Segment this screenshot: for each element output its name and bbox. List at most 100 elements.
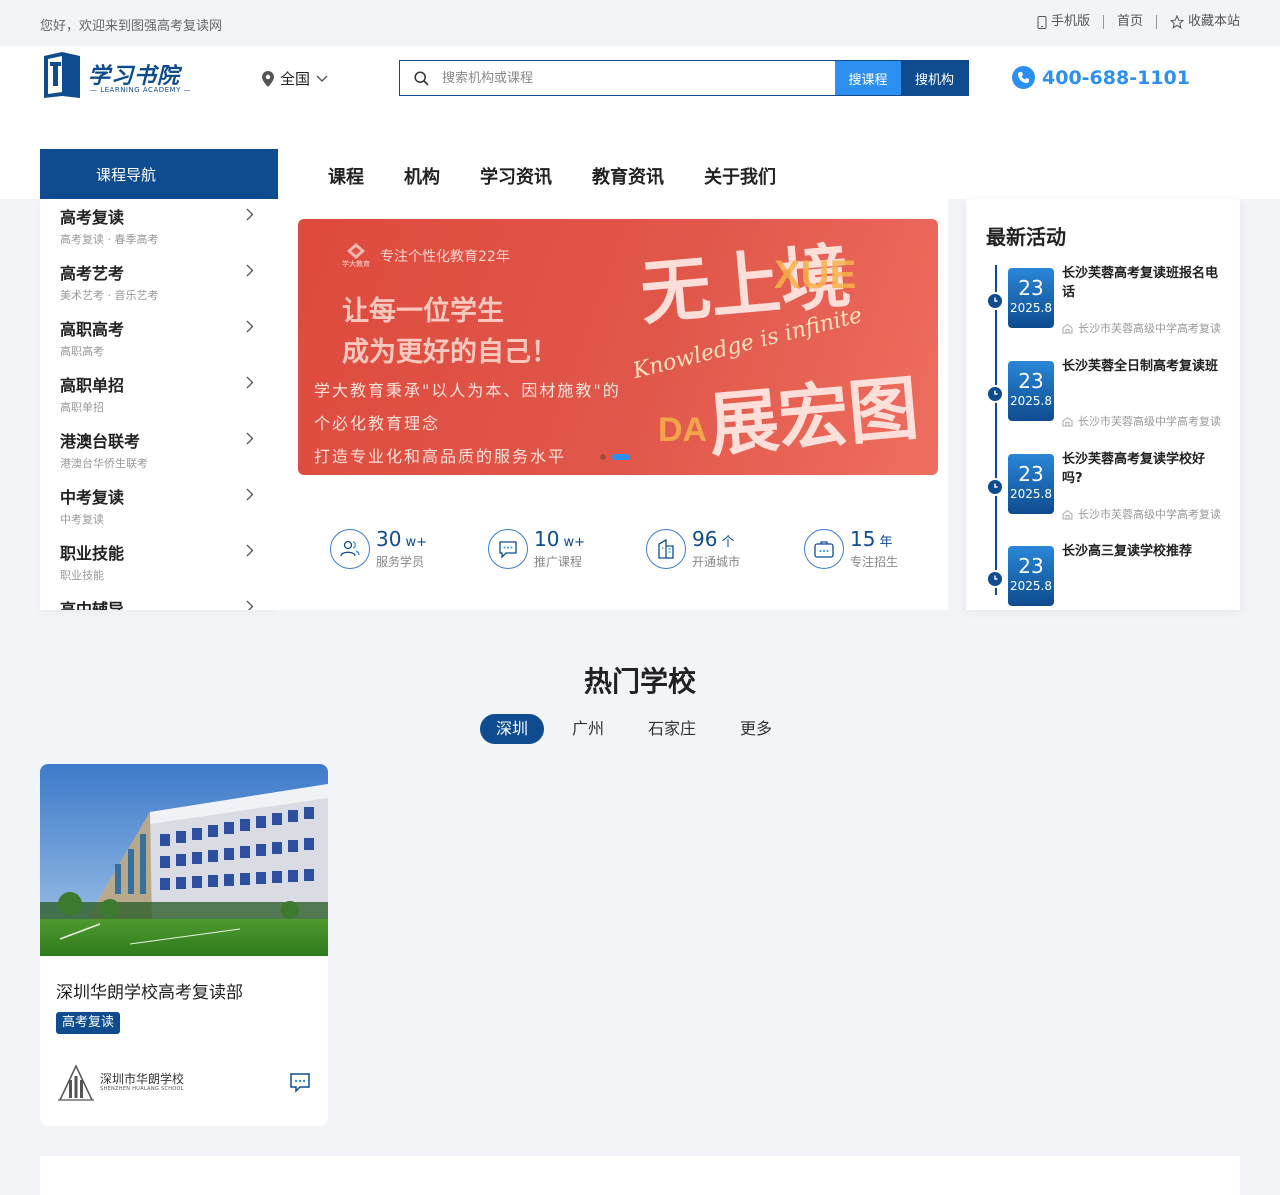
- category-sub: 高职单招: [60, 401, 104, 414]
- phone-icon: [1012, 66, 1035, 89]
- banner-headline-2: 成为更好的自己！: [342, 337, 558, 368]
- activity-date: 23 2025.8: [1008, 546, 1054, 606]
- banner-brand-text: 专注个性化教育22年: [380, 249, 510, 265]
- chevron-right-icon: [246, 432, 254, 445]
- search-course-button[interactable]: 搜课程: [835, 61, 901, 95]
- next-section-panel: [40, 1156, 1240, 1195]
- tab-guangzhou[interactable]: 广州: [556, 714, 620, 744]
- search-org-button[interactable]: 搜机构: [901, 61, 968, 95]
- chevron-right-icon: [246, 264, 254, 277]
- welcome-text: 您好，欢迎来到图强高考复读网: [40, 19, 223, 34]
- category-title: 职业技能: [60, 544, 125, 563]
- stats-row: 30 w+ 服务学员 10 w+ 推广课程 96 个 开通城市 15 年 专注招…: [330, 527, 962, 570]
- stat-number: 15: [850, 527, 876, 551]
- activity-source: 长沙市芙蓉高级中学高考复读: [1062, 413, 1224, 429]
- school-card[interactable]: 深圳华朗学校高考复读部 高考复读 深圳市华朗学校 SHENZHEN HUALAN…: [40, 764, 328, 1126]
- stat-label: 开通城市: [692, 555, 741, 569]
- stat-number: 30: [376, 527, 402, 551]
- category-sub: 高考复读 · 春季高考: [60, 233, 159, 246]
- chevron-right-icon: [246, 208, 254, 221]
- banner-headline: 让每一位学生 成为更好的自己！: [342, 291, 558, 373]
- tab-shenzhen[interactable]: 深圳: [480, 714, 545, 744]
- activity-item[interactable]: 23 2025.8 长沙高三复读学校推荐: [986, 544, 1226, 610]
- category-item[interactable]: 高职高考 高职高考: [40, 311, 278, 367]
- carousel-dot[interactable]: [600, 454, 606, 460]
- carousel-dots: [600, 454, 630, 460]
- star-icon: [1169, 15, 1184, 29]
- school-tag: 高考复读: [56, 1012, 121, 1034]
- latest-activities: 最新活动 23 2025.8 长沙芙蓉高考复读班报名电话 长沙市芙蓉高级中学高考复…: [966, 199, 1240, 610]
- stat-unit: w+: [563, 535, 585, 550]
- chevron-right-icon: [246, 320, 254, 333]
- nav-item-study-news[interactable]: 学习资讯: [480, 163, 552, 189]
- category-title: 港澳台联考: [60, 432, 141, 451]
- stat-item: 15 年 专注招生: [804, 527, 962, 570]
- tab-shijiazhuang[interactable]: 石家庄: [632, 714, 712, 744]
- main-nav: 课程 机构 学习资讯 教育资讯 关于我们: [328, 163, 776, 189]
- category-item[interactable]: 高考复读 高考复读 · 春季高考: [40, 199, 278, 255]
- mobile-version-link[interactable]: 手机版: [1024, 15, 1104, 29]
- stat-label: 专注招生: [850, 555, 899, 569]
- stat-unit: w+: [405, 535, 427, 550]
- school-name: 深圳华朗学校高考复读部: [56, 983, 243, 1003]
- nav-item-institutions[interactable]: 机构: [404, 163, 440, 189]
- category-sub: 港澳台华侨生联考: [60, 457, 148, 470]
- course-nav-title[interactable]: 课程导航: [40, 149, 278, 199]
- category-item[interactable]: 高考艺考 美术艺考 · 音乐艺考: [40, 255, 278, 311]
- hot-schools-title: 热门学校: [583, 665, 696, 698]
- activity-item[interactable]: 23 2025.8 长沙芙蓉全日制高考复读班 长沙市芙蓉高级中学高考复读: [986, 359, 1226, 454]
- category-sub: 高职高考: [60, 345, 104, 358]
- nav-item-about-us[interactable]: 关于我们: [704, 163, 776, 189]
- clock-icon: [986, 478, 1004, 496]
- favorite-link[interactable]: 收藏本站: [1157, 15, 1240, 29]
- search-bar: 搜课程 搜机构: [399, 60, 969, 96]
- activity-title: 长沙高三复读学校推荐: [1062, 544, 1193, 559]
- activity-source: 长沙市芙蓉高级中学高考复读: [1062, 506, 1224, 522]
- home-label: 首页: [1116, 14, 1143, 29]
- activity-source: 长沙市芙蓉高级中学高考复读: [1062, 320, 1224, 336]
- chevron-right-icon: [246, 544, 254, 557]
- carousel-dot-active[interactable]: [612, 454, 630, 460]
- banner-line-1: 学大教育秉承"以人为本、因材施教"的: [314, 381, 621, 400]
- activity-item[interactable]: 23 2025.8 长沙芙蓉高考复读班报名电话 长沙市芙蓉高级中学高考复读: [986, 266, 1226, 361]
- banner-brand: 学大教育 专注个性化教育22年: [342, 243, 510, 269]
- category-title: 高职高考: [60, 320, 125, 339]
- category-title: 中考复读: [60, 488, 125, 507]
- category-item[interactable]: 中考复读 中考复读: [40, 479, 278, 535]
- site-logo[interactable]: 学习书院 — LEARNING ACADEMY —: [40, 52, 200, 100]
- region-selector[interactable]: 全国: [262, 68, 328, 89]
- activity-item[interactable]: 23 2025.8 长沙芙蓉高考复读学校好吗? 长沙市芙蓉高级中学高考复读: [986, 452, 1226, 547]
- category-title: 高中辅导: [60, 600, 125, 610]
- stat-number: 10: [534, 527, 560, 551]
- activity-date: 23 2025.8: [1008, 268, 1054, 328]
- activity-day: 23: [1018, 276, 1044, 300]
- activity-date: 23 2025.8: [1008, 361, 1054, 421]
- banner-brand-logo: 学大教育: [342, 243, 370, 269]
- mobile-version-label: 手机版: [1050, 14, 1090, 29]
- users-icon: [330, 529, 370, 569]
- stat-number: 96: [692, 527, 718, 551]
- nav-item-education-news[interactable]: 教育资讯: [592, 163, 664, 189]
- search-input[interactable]: [442, 61, 835, 95]
- home-link[interactable]: 首页: [1104, 15, 1157, 29]
- stat-label: 服务学员: [376, 555, 425, 569]
- category-item[interactable]: 高中辅导: [40, 591, 278, 610]
- category-item[interactable]: 职业技能 职业技能: [40, 535, 278, 591]
- consult-chat-icon[interactable]: [288, 1072, 312, 1094]
- chevron-right-icon: [246, 600, 254, 610]
- category-item[interactable]: 港澳台联考 港澳台华侨生联考: [40, 423, 278, 479]
- stat-label: 推广课程: [534, 555, 583, 569]
- hero-banner[interactable]: 学大教育 专注个性化教育22年 无上境 XUE Knowledge is inf…: [298, 219, 938, 475]
- activity-title: 长沙芙蓉高考复读班报名电话: [1062, 266, 1219, 300]
- top-bar: 您好，欢迎来到图强高考复读网 手机版 首页 收藏本站: [0, 0, 1280, 46]
- building-icon: [646, 529, 686, 569]
- tab-more[interactable]: 更多: [724, 714, 788, 744]
- location-pin-icon: [262, 70, 274, 87]
- category-sub: 美术艺考 · 音乐艺考: [60, 289, 159, 302]
- banner-paragraph: 学大教育秉承"以人为本、因材施教"的 个必化教育理念 打造专业化和高品质的服务水…: [314, 374, 621, 473]
- nav-item-courses[interactable]: 课程: [328, 163, 364, 189]
- category-item[interactable]: 高职单招 高职单招: [40, 367, 278, 423]
- activities-title: 最新活动: [986, 225, 1066, 249]
- banner-line-2: 个必化教育理念: [314, 414, 441, 433]
- stat-item: 96 个 开通城市: [646, 527, 804, 570]
